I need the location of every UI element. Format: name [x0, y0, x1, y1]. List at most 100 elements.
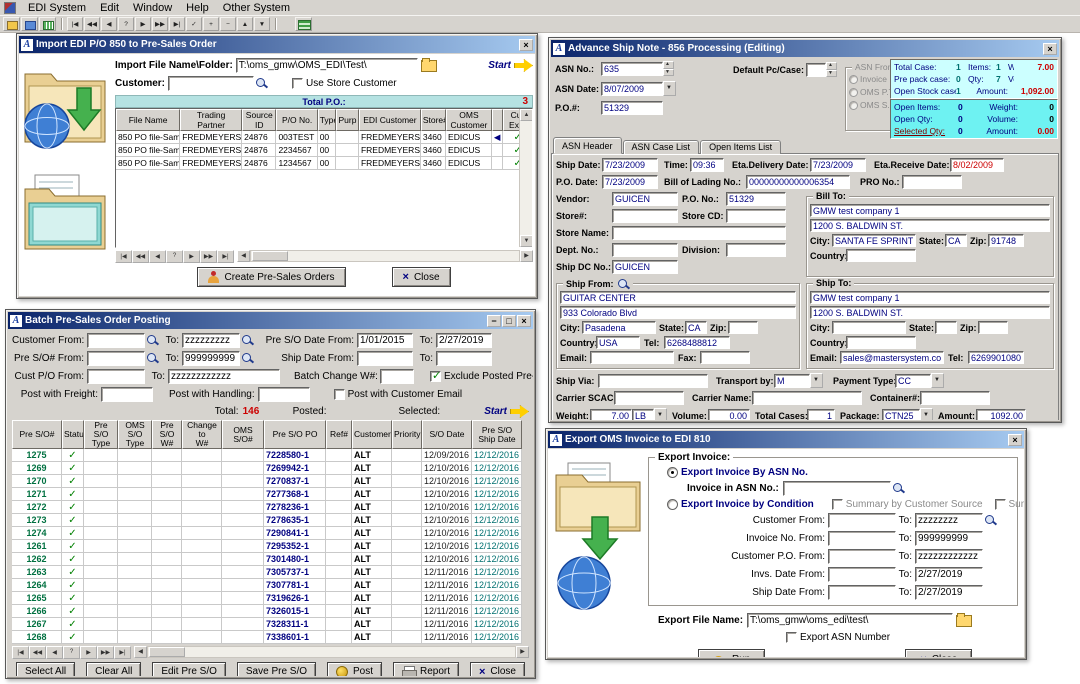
cell[interactable]: [182, 618, 222, 631]
close-icon[interactable]: ×: [519, 38, 533, 51]
cell[interactable]: [491, 144, 504, 157]
cell[interactable]: [152, 449, 182, 462]
cell[interactable]: [84, 527, 118, 540]
menu-item[interactable]: Other System: [216, 1, 297, 15]
cell[interactable]: 7307781-1: [264, 579, 326, 592]
toolbar-button[interactable]: ▶: [135, 17, 151, 31]
ship-from-line2-input[interactable]: [560, 306, 796, 319]
cell[interactable]: [84, 631, 118, 644]
scroll-track[interactable]: [250, 250, 520, 262]
invoice-asn-lookup-icon[interactable]: [892, 482, 905, 495]
cell[interactable]: 7319626-1: [264, 592, 326, 605]
pre-so-date-to-input[interactable]: [436, 333, 492, 348]
report-button[interactable]: Report: [392, 662, 459, 676]
asn-date-dropdown-icon[interactable]: [663, 81, 676, 96]
cell[interactable]: 1234567: [276, 157, 318, 170]
package-input[interactable]: [882, 408, 920, 420]
cell[interactable]: ✓: [62, 605, 84, 618]
cell[interactable]: 12/11/2016: [422, 566, 472, 579]
cell[interactable]: 1267: [12, 618, 62, 631]
cell[interactable]: [152, 501, 182, 514]
cell[interactable]: [326, 566, 352, 579]
cell[interactable]: 12/12/2016: [472, 566, 522, 579]
table-row[interactable]: 1268 ✓ 7338601-1 ALT 12/11/2016 12/12/2016: [12, 631, 522, 644]
tab[interactable]: ASN Case List: [622, 140, 700, 154]
cell[interactable]: [222, 514, 264, 527]
tab[interactable]: Open Items List: [700, 140, 782, 154]
menu-item[interactable]: Help: [179, 1, 216, 15]
cell[interactable]: [84, 475, 118, 488]
cell[interactable]: [326, 475, 352, 488]
cell[interactable]: [118, 579, 152, 592]
cell[interactable]: 12/09/2016: [422, 449, 472, 462]
cell[interactable]: 00: [317, 157, 337, 170]
scroll-right-icon[interactable]: ▶: [520, 250, 533, 262]
cell[interactable]: ALT: [352, 449, 392, 462]
cell[interactable]: [182, 631, 222, 644]
column-header[interactable]: EDI Customer: [358, 109, 421, 131]
cell[interactable]: [222, 540, 264, 553]
cell[interactable]: 1275: [12, 449, 62, 462]
browse-folder-icon[interactable]: [420, 57, 437, 72]
lookup-icon[interactable]: [146, 334, 159, 347]
horizontal-scrollbar[interactable]: ◀ ▶: [237, 250, 533, 262]
column-header[interactable]: Ref#: [326, 420, 352, 449]
scroll-thumb[interactable]: [149, 647, 185, 657]
scroll-left-icon[interactable]: ◀: [237, 250, 250, 262]
weight-input[interactable]: [590, 408, 632, 420]
close-icon[interactable]: ×: [1043, 42, 1057, 55]
cell[interactable]: [326, 462, 352, 475]
column-header[interactable]: Pre S/O PO: [264, 420, 326, 449]
start-arrow-icon[interactable]: [510, 405, 529, 418]
lookup-icon[interactable]: [984, 514, 997, 527]
start-arrow-icon[interactable]: [514, 59, 533, 72]
import-grid[interactable]: File Name Trading Partner Source ID P/O No.…: [116, 109, 532, 170]
cell[interactable]: [326, 501, 352, 514]
cell[interactable]: 1262: [12, 553, 62, 566]
cell[interactable]: ✓: [62, 553, 84, 566]
cell[interactable]: [84, 514, 118, 527]
cell[interactable]: [392, 514, 422, 527]
cell[interactable]: [326, 553, 352, 566]
batch-change-input[interactable]: [379, 369, 414, 384]
ship-date-input[interactable]: [602, 158, 658, 172]
cell[interactable]: [84, 501, 118, 514]
horizontal-scrollbar[interactable]: ◀ ▶: [134, 646, 529, 658]
cell[interactable]: [222, 475, 264, 488]
cell[interactable]: [392, 618, 422, 631]
menu-item[interactable]: Window: [126, 1, 179, 15]
cell[interactable]: 12/10/2016: [422, 488, 472, 501]
navigator-button[interactable]: ◀◀: [29, 645, 46, 659]
ship-to-country-input[interactable]: [846, 336, 916, 349]
cell[interactable]: EDICUS: [446, 131, 492, 144]
cell[interactable]: [392, 605, 422, 618]
batch-grid[interactable]: Pre S/O#StatusPre S/O TypeOMS S/O TypePr…: [12, 420, 522, 644]
column-header[interactable]: Status: [62, 420, 84, 449]
scroll-left-icon[interactable]: ◀: [134, 646, 147, 658]
navigator-button[interactable]: ▶: [183, 249, 200, 263]
cell[interactable]: [152, 488, 182, 501]
table-row[interactable]: 1269 ✓ 7269942-1 ALT 12/10/2016 12/12/2016: [12, 462, 522, 475]
menu-item[interactable]: Edit: [93, 1, 126, 15]
vendor-input[interactable]: [612, 192, 678, 206]
cell[interactable]: 7228580-1: [264, 449, 326, 462]
cell[interactable]: ✓: [62, 592, 84, 605]
cell[interactable]: [152, 631, 182, 644]
ship-to-line1-input[interactable]: [810, 291, 1050, 304]
close-button[interactable]: ×Close: [469, 662, 525, 676]
cell[interactable]: [326, 579, 352, 592]
cell[interactable]: 12/10/2016: [422, 553, 472, 566]
navigator-button[interactable]: |◀: [115, 249, 132, 263]
column-header[interactable]: Pre S/O W#: [152, 420, 182, 449]
pre-so-to-input[interactable]: [182, 351, 240, 366]
cell[interactable]: ◀: [491, 131, 504, 144]
cell[interactable]: [392, 553, 422, 566]
post-freight-input[interactable]: [101, 387, 153, 402]
container-input[interactable]: [920, 391, 990, 405]
column-header[interactable]: Purp: [336, 109, 359, 131]
ship-to-tel-input[interactable]: [968, 351, 1024, 364]
eta-delivery-input[interactable]: [810, 158, 866, 172]
toolbar-button[interactable]: ▶▶: [152, 17, 168, 31]
asn-from-oms-so-radio[interactable]: [849, 100, 858, 110]
cell[interactable]: [152, 618, 182, 631]
